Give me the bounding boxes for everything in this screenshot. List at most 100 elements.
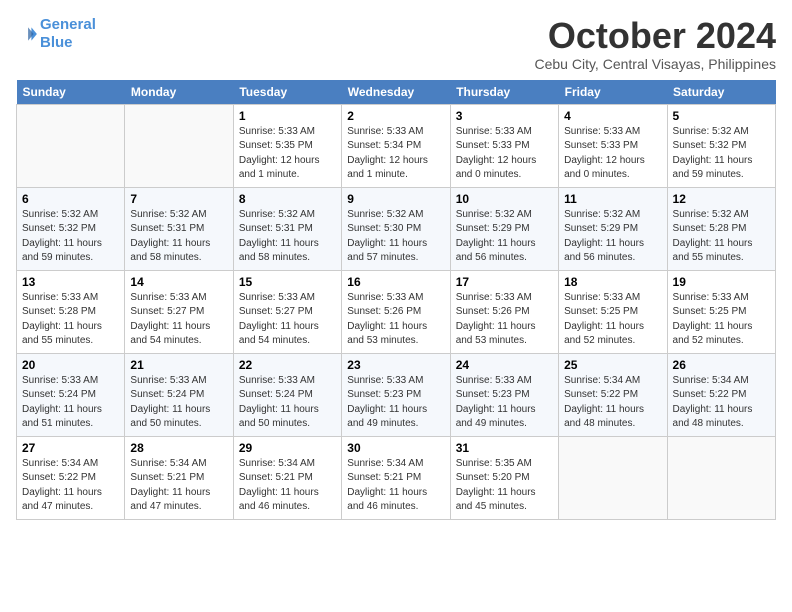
day-number: 31 — [456, 441, 553, 455]
day-number: 7 — [130, 192, 227, 206]
calendar-cell: 5 Sunrise: 5:32 AMSunset: 5:32 PMDaylight… — [667, 104, 775, 187]
calendar-cell: 26 Sunrise: 5:34 AMSunset: 5:22 PMDayligh… — [667, 353, 775, 436]
calendar-cell: 23Sunrise: 5:33 AMSunset: 5:23 PMDayligh… — [342, 353, 450, 436]
month-title: October 2024 — [535, 16, 777, 56]
day-info: Sunrise: 5:33 AMSunset: 5:35 PMDaylight:… — [239, 125, 336, 183]
day-number: 8 — [239, 192, 336, 206]
day-info: Sunrise: 5:33 AMSunset: 5:24 PMDaylight:… — [130, 374, 227, 432]
weekday-header-row: SundayMondayTuesdayWednesdayThursdayFrid… — [17, 80, 776, 105]
day-info: Sunrise: 5:34 AMSunset: 5:22 PMDaylight:… — [22, 457, 119, 515]
day-number: 29 — [239, 441, 336, 455]
day-number: 26 — [673, 358, 770, 372]
calendar-cell: 9 Sunrise: 5:32 AMSunset: 5:30 PMDaylight… — [342, 187, 450, 270]
calendar-cell: 18 Sunrise: 5:33 AMSunset: 5:25 PMDayligh… — [559, 270, 667, 353]
day-info: Sunrise: 5:33 AMSunset: 5:33 PMDaylight:… — [456, 125, 553, 183]
day-info: Sunrise: 5:34 AMSunset: 5:22 PMDaylight:… — [673, 374, 770, 432]
weekday-header-wednesday: Wednesday — [342, 80, 450, 105]
weekday-header-monday: Monday — [125, 80, 233, 105]
day-info: Sunrise: 5:32 AMSunset: 5:28 PMDaylight:… — [673, 208, 770, 266]
day-info: Sunrise: 5:33 AMSunset: 5:26 PMDaylight:… — [347, 291, 444, 349]
weekday-header-thursday: Thursday — [450, 80, 558, 105]
title-area: October 2024 Cebu City, Central Visayas,… — [535, 16, 777, 72]
day-info: Sunrise: 5:32 AMSunset: 5:32 PMDaylight:… — [22, 208, 119, 266]
calendar-table: SundayMondayTuesdayWednesdayThursdayFrid… — [16, 80, 776, 520]
day-info: Sunrise: 5:34 AMSunset: 5:21 PMDaylight:… — [347, 457, 444, 515]
day-info: Sunrise: 5:32 AMSunset: 5:31 PMDaylight:… — [130, 208, 227, 266]
day-number: 22 — [239, 358, 336, 372]
day-number: 3 — [456, 109, 553, 123]
calendar-cell: 2 Sunrise: 5:33 AMSunset: 5:34 PMDaylight… — [342, 104, 450, 187]
day-number: 15 — [239, 275, 336, 289]
day-number: 19 — [673, 275, 770, 289]
day-info: Sunrise: 5:32 AMSunset: 5:31 PMDaylight:… — [239, 208, 336, 266]
day-info: Sunrise: 5:34 AMSunset: 5:21 PMDaylight:… — [130, 457, 227, 515]
calendar-cell: 13 Sunrise: 5:33 AMSunset: 5:28 PMDayligh… — [17, 270, 125, 353]
week-row-5: 27 Sunrise: 5:34 AMSunset: 5:22 PMDayligh… — [17, 436, 776, 519]
day-info: Sunrise: 5:35 AMSunset: 5:20 PMDaylight:… — [456, 457, 553, 515]
calendar-cell: 21Sunrise: 5:33 AMSunset: 5:24 PMDayligh… — [125, 353, 233, 436]
day-number: 14 — [130, 275, 227, 289]
calendar-cell: 28 Sunrise: 5:34 AMSunset: 5:21 PMDayligh… — [125, 436, 233, 519]
day-number: 10 — [456, 192, 553, 206]
logo-icon — [16, 23, 38, 45]
weekday-header-sunday: Sunday — [17, 80, 125, 105]
page-header: General Blue October 2024 Cebu City, Cen… — [16, 16, 776, 72]
day-number: 24 — [456, 358, 553, 372]
week-row-1: 1 Sunrise: 5:33 AMSunset: 5:35 PMDaylight… — [17, 104, 776, 187]
day-number: 23 — [347, 358, 444, 372]
calendar-cell: 7 Sunrise: 5:32 AMSunset: 5:31 PMDaylight… — [125, 187, 233, 270]
calendar-cell: 16Sunrise: 5:33 AMSunset: 5:26 PMDayligh… — [342, 270, 450, 353]
day-info: Sunrise: 5:33 AMSunset: 5:33 PMDaylight:… — [564, 125, 661, 183]
day-number: 18 — [564, 275, 661, 289]
calendar-cell: 4 Sunrise: 5:33 AMSunset: 5:33 PMDaylight… — [559, 104, 667, 187]
calendar-cell: 15Sunrise: 5:33 AMSunset: 5:27 PMDayligh… — [233, 270, 341, 353]
calendar-cell: 19 Sunrise: 5:33 AMSunset: 5:25 PMDayligh… — [667, 270, 775, 353]
day-number: 4 — [564, 109, 661, 123]
day-info: Sunrise: 5:32 AMSunset: 5:30 PMDaylight:… — [347, 208, 444, 266]
week-row-3: 13 Sunrise: 5:33 AMSunset: 5:28 PMDayligh… — [17, 270, 776, 353]
calendar-cell: 17Sunrise: 5:33 AMSunset: 5:26 PMDayligh… — [450, 270, 558, 353]
day-info: Sunrise: 5:34 AMSunset: 5:21 PMDaylight:… — [239, 457, 336, 515]
weekday-header-saturday: Saturday — [667, 80, 775, 105]
calendar-cell: 10Sunrise: 5:32 AMSunset: 5:29 PMDayligh… — [450, 187, 558, 270]
day-info: Sunrise: 5:33 AMSunset: 5:25 PMDaylight:… — [673, 291, 770, 349]
day-number: 2 — [347, 109, 444, 123]
day-info: Sunrise: 5:33 AMSunset: 5:25 PMDaylight:… — [564, 291, 661, 349]
calendar-cell: 1 Sunrise: 5:33 AMSunset: 5:35 PMDaylight… — [233, 104, 341, 187]
calendar-cell: 6 Sunrise: 5:32 AMSunset: 5:32 PMDaylight… — [17, 187, 125, 270]
day-number: 28 — [130, 441, 227, 455]
day-number: 27 — [22, 441, 119, 455]
day-info: Sunrise: 5:34 AMSunset: 5:22 PMDaylight:… — [564, 374, 661, 432]
weekday-header-tuesday: Tuesday — [233, 80, 341, 105]
calendar-cell: 31 Sunrise: 5:35 AMSunset: 5:20 PMDayligh… — [450, 436, 558, 519]
calendar-cell: 25 Sunrise: 5:34 AMSunset: 5:22 PMDayligh… — [559, 353, 667, 436]
day-number: 9 — [347, 192, 444, 206]
day-number: 6 — [22, 192, 119, 206]
day-info: Sunrise: 5:33 AMSunset: 5:34 PMDaylight:… — [347, 125, 444, 183]
day-number: 17 — [456, 275, 553, 289]
day-info: Sunrise: 5:32 AMSunset: 5:32 PMDaylight:… — [673, 125, 770, 183]
calendar-cell: 29 Sunrise: 5:34 AMSunset: 5:21 PMDayligh… — [233, 436, 341, 519]
day-number: 30 — [347, 441, 444, 455]
calendar-cell: 11Sunrise: 5:32 AMSunset: 5:29 PMDayligh… — [559, 187, 667, 270]
calendar-cell — [559, 436, 667, 519]
calendar-cell: 27 Sunrise: 5:34 AMSunset: 5:22 PMDayligh… — [17, 436, 125, 519]
day-number: 5 — [673, 109, 770, 123]
day-number: 12 — [673, 192, 770, 206]
calendar-cell: 22 Sunrise: 5:33 AMSunset: 5:24 PMDayligh… — [233, 353, 341, 436]
calendar-cell: 24Sunrise: 5:33 AMSunset: 5:23 PMDayligh… — [450, 353, 558, 436]
calendar-cell — [17, 104, 125, 187]
day-number: 13 — [22, 275, 119, 289]
calendar-cell: 3 Sunrise: 5:33 AMSunset: 5:33 PMDaylight… — [450, 104, 558, 187]
day-number: 25 — [564, 358, 661, 372]
logo: General Blue — [16, 16, 96, 52]
calendar-cell: 14Sunrise: 5:33 AMSunset: 5:27 PMDayligh… — [125, 270, 233, 353]
day-info: Sunrise: 5:33 AMSunset: 5:28 PMDaylight:… — [22, 291, 119, 349]
day-info: Sunrise: 5:33 AMSunset: 5:24 PMDaylight:… — [239, 374, 336, 432]
day-number: 1 — [239, 109, 336, 123]
day-number: 20 — [22, 358, 119, 372]
calendar-cell: 12 Sunrise: 5:32 AMSunset: 5:28 PMDayligh… — [667, 187, 775, 270]
calendar-cell: 30 Sunrise: 5:34 AMSunset: 5:21 PMDayligh… — [342, 436, 450, 519]
location-subtitle: Cebu City, Central Visayas, Philippines — [535, 56, 777, 72]
day-number: 11 — [564, 192, 661, 206]
